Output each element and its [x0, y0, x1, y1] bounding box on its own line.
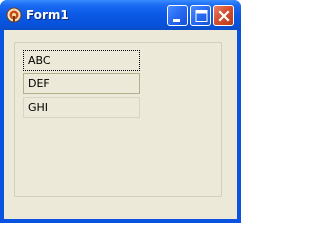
- title-bar[interactable]: Form1: [0, 0, 241, 30]
- list-item-ghi[interactable]: GHI: [23, 97, 140, 118]
- maximize-button[interactable]: [190, 5, 211, 26]
- minimize-icon: [173, 19, 180, 22]
- close-icon: [218, 10, 230, 22]
- window-title: Form1: [26, 8, 69, 22]
- list-item-abc[interactable]: ABC: [23, 50, 140, 71]
- app-icon[interactable]: [6, 7, 22, 23]
- close-button[interactable]: [213, 5, 234, 26]
- minimize-button[interactable]: [167, 5, 188, 26]
- list-item-def[interactable]: DEF: [23, 73, 140, 94]
- maximize-icon: [195, 10, 208, 22]
